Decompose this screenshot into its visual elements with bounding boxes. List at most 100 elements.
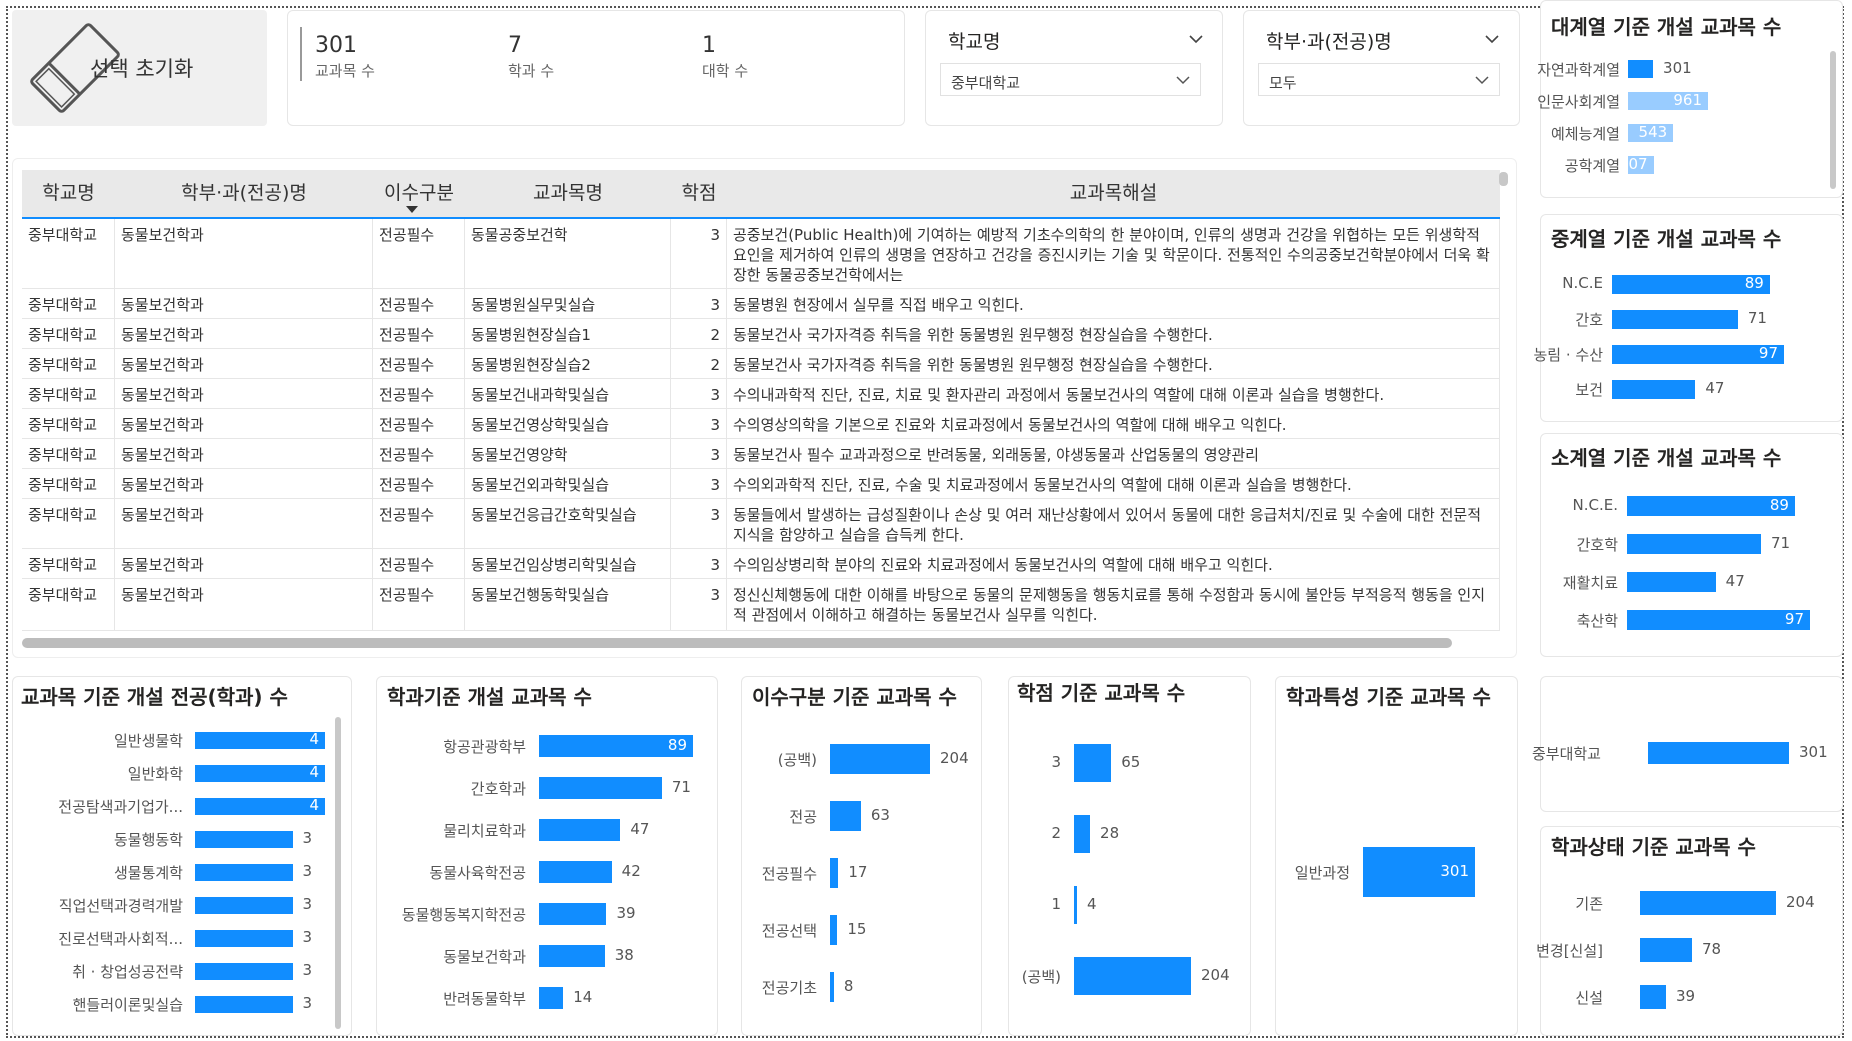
chevron-down-icon[interactable] [1188,31,1204,47]
table-horizontal-scrollbar[interactable] [22,638,1452,648]
table-row[interactable]: 중부대학교 동물보건학과 전공필수 동물보건응급간호학및실습 3 동물들에서 발생하는 급… [22,499,1500,549]
bar[interactable] [195,863,293,881]
department-slicer: 학부·과(전공)명 모두 [1243,10,1520,126]
table-cell: 동물보건행동학및실습 [465,579,671,630]
bar[interactable] [195,731,325,749]
bar-value: 301 [1663,59,1692,77]
bar[interactable] [1640,938,1692,962]
table-vertical-scrollbar[interactable] [1499,172,1508,186]
chevron-down-icon [1176,76,1190,85]
column-header-credit[interactable]: 학점 [671,170,727,218]
table-cell: 동물보건학과 [115,499,373,548]
bar[interactable] [1074,744,1112,782]
bar[interactable] [539,945,605,967]
table-cell: 3 [671,469,727,498]
table-cell: 동물공중보건학 [465,219,671,288]
bar[interactable] [539,777,662,799]
bar[interactable] [1612,309,1738,329]
bar-label: 진로선택과사회적... [58,930,183,948]
column-header-school[interactable]: 학교명 [22,170,115,218]
bar[interactable] [195,962,293,980]
table-row[interactable]: 중부대학교 동물보건학과 전공필수 동물병원현장실습1 2 동물보건사 국가자격증 취득을… [22,319,1500,349]
table-cell: 수의임상병리학 분야의 진료와 치료과정에서 동물보건사의 역할에 대해 배우고… [727,549,1500,578]
bar-value: 8 [843,977,854,995]
bar[interactable] [195,896,293,914]
bar[interactable] [1640,891,1776,915]
bar[interactable] [1627,572,1716,592]
kpi-subjects: 301 교과목 수 [315,33,375,81]
bar-label: 생물통계학 [113,864,183,882]
table-cell: 3 [671,499,727,548]
school-dropdown[interactable]: 중부대학교 [940,63,1201,96]
table-row[interactable]: 중부대학교 동물보건학과 전공필수 동물병원현장실습2 2 동물보건사 국가자격증 취득을… [22,349,1500,379]
slicer-title: 학부·과(전공)명 [1266,31,1392,53]
table-cell: 수의내과학적 진단, 진료, 치료 및 환자관리 과정에서 동물보건사의 역할에… [727,379,1500,408]
bar[interactable] [1074,886,1077,924]
bar[interactable] [195,764,325,782]
bar[interactable] [1640,985,1666,1009]
bar[interactable] [539,819,621,841]
bar[interactable] [195,797,325,815]
bar[interactable] [830,915,838,945]
bar-label: 동물행동학 [113,831,183,849]
table-row[interactable]: 중부대학교 동물보건학과 전공필수 동물보건외과학및실습 3 수의외과학적 진단, 진료,… [22,469,1500,499]
bar[interactable] [1074,957,1191,995]
bar-label: (공백) [1021,968,1061,986]
bar[interactable] [830,858,839,888]
bar-value: 39 [616,904,636,922]
bar[interactable] [830,801,861,831]
column-header-type[interactable]: 이수구분 [373,170,465,218]
bar[interactable] [195,830,293,848]
bar-label: 신설 [1575,989,1603,1007]
bar[interactable] [1612,379,1696,399]
bar[interactable] [830,972,834,1002]
table-cell: 공중보건(Public Health)에 기여하는 예방적 기초수의학의 한 분… [727,219,1500,288]
bar-label: 동물사육학전공 [429,864,526,882]
bar[interactable] [539,987,564,1009]
column-header-subject[interactable]: 교과목명 [465,170,671,218]
table-row[interactable]: 중부대학교 동물보건학과 전공필수 동물보건내과학및실습 3 수의내과학적 진단, 진료,… [22,379,1500,409]
table-row[interactable]: 중부대학교 동물보건학과 전공필수 동물보건행동학및실습 3 정신신체행동에 대한 이해를… [22,579,1500,631]
bar-value: 89 [1744,274,1764,292]
panel-title: 중계열 기준 개설 교과목 수 [1551,227,1782,251]
bar-label: 변경[신설] [1536,942,1603,960]
bar-value: 97 [1784,610,1804,628]
column-header-description[interactable]: 교과목해설 [727,170,1500,218]
bar-value: 307 [1618,155,1648,173]
table-cell: 동물병원현장실습2 [465,349,671,378]
bar[interactable] [195,929,293,947]
bar-value: 4 [309,763,319,781]
bar[interactable] [830,744,930,774]
reset-selection-button[interactable]: 선택 초기화 [12,10,267,126]
bar-value: 28 [1100,824,1120,842]
bar[interactable] [1628,60,1654,78]
reset-selection-label: 선택 초기화 [90,57,194,81]
chevron-down-icon[interactable] [1484,31,1500,47]
panel-scrollbar[interactable] [1830,51,1836,189]
bar-label: 농림 · 수산 [1533,346,1603,364]
bar[interactable] [195,995,293,1013]
table-row[interactable]: 중부대학교 동물보건학과 전공필수 동물보건영상학및실습 3 수의영상의학을 기본으로 진… [22,409,1500,439]
bar[interactable] [539,861,612,883]
bar-value: 3 [302,994,313,1012]
bar-value: 97 [1758,344,1778,362]
table-row[interactable]: 중부대학교 동물보건학과 전공필수 동물보건임상병리학및실습 3 수의임상병리학 분야의 … [22,549,1500,579]
panel-title: 학점 기준 교과목 수 [1017,681,1186,705]
table-row[interactable]: 중부대학교 동물보건학과 전공필수 동물병원실무및실습 3 동물병원 현장에서 실무를 직… [22,289,1500,319]
column-header-department[interactable]: 학부·과(전공)명 [115,170,373,218]
table-cell: 동물보건사 필수 교과과정으로 반려동물, 외래동물, 야생동물과 산업동물의 … [727,439,1500,468]
bar[interactable] [1648,742,1789,764]
bar[interactable] [1627,534,1761,554]
panel-title: 학과기준 개설 교과목 수 [387,685,592,709]
department-dropdown[interactable]: 모두 [1258,63,1500,96]
bar[interactable] [1627,610,1810,630]
table-cell: 동물병원 현장에서 실무를 직접 배우고 익힌다. [727,289,1500,318]
table-cell: 중부대학교 [22,469,115,498]
bar[interactable] [539,903,607,925]
table-cell: 3 [671,549,727,578]
table-row[interactable]: 중부대학교 동물보건학과 전공필수 동물보건영양학 3 동물보건사 필수 교과과정으로 반… [22,439,1500,469]
table-cell: 전공필수 [373,469,465,498]
panel-scrollbar[interactable] [335,717,341,1029]
bar[interactable] [1074,815,1091,853]
table-row[interactable]: 중부대학교 동물보건학과 전공필수 동물공중보건학 3 공중보건(Public Healt… [22,219,1500,289]
